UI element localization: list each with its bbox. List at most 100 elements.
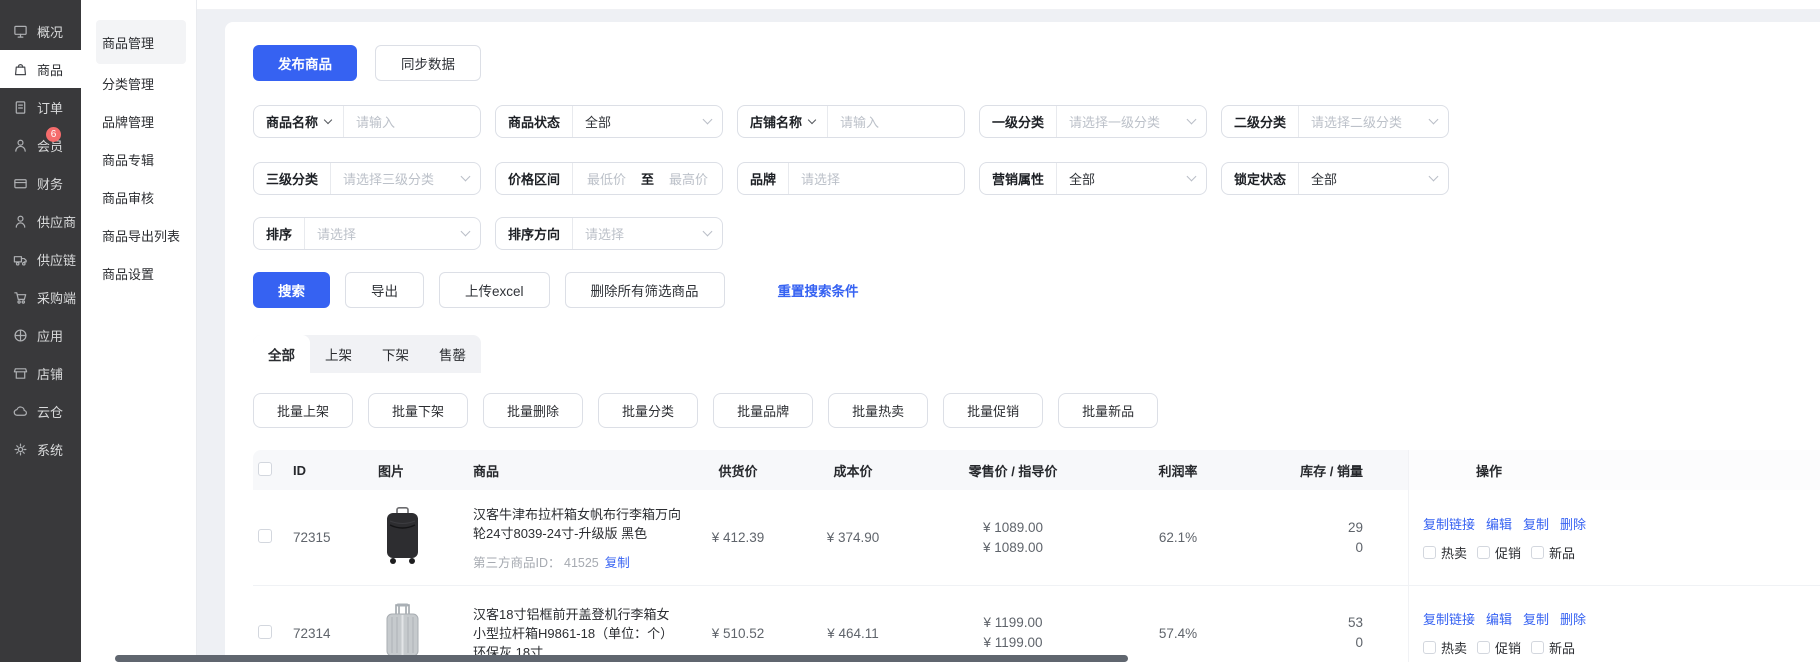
sidebar-item-label: 财务: [37, 174, 63, 193]
submenu-item-product-export-list[interactable]: 商品导出列表: [96, 216, 186, 254]
copy-link-action[interactable]: 复制链接: [1423, 609, 1475, 628]
sidebar-item-apps[interactable]: 应用: [0, 316, 81, 354]
batch-promo-button[interactable]: 批量促销: [943, 393, 1043, 428]
filter-label: 价格区间: [496, 163, 572, 194]
sidebar-item-orders[interactable]: 订单: [0, 88, 81, 126]
header-operations: 操作: [1408, 450, 1820, 490]
category-l1-select[interactable]: 请选择一级分类: [1057, 112, 1206, 131]
promo-flag-checkbox[interactable]: [1477, 546, 1490, 559]
tab-all[interactable]: 全部: [253, 335, 310, 373]
sidebar-item-overview[interactable]: 概况: [0, 12, 81, 50]
edit-action[interactable]: 编辑: [1486, 609, 1512, 628]
export-button[interactable]: 导出: [345, 272, 424, 308]
row-checkbox[interactable]: [258, 529, 272, 543]
third-party-id: 第三方商品ID： 41525复制: [473, 552, 681, 571]
delete-action[interactable]: 删除: [1560, 514, 1586, 533]
shop-icon: [13, 366, 28, 381]
batch-delete-button[interactable]: 批量删除: [483, 393, 583, 428]
filter-label-select[interactable]: 店铺名称: [738, 106, 827, 137]
publish-product-button[interactable]: 发布商品: [253, 45, 357, 81]
row-checkbox[interactable]: [258, 625, 272, 639]
tab-off-sale[interactable]: 下架: [367, 335, 424, 373]
sync-data-button[interactable]: 同步数据: [375, 45, 481, 81]
copy-link-action[interactable]: 复制链接: [1423, 514, 1475, 533]
sort-select[interactable]: 请选择: [305, 224, 480, 243]
hot-flag-checkbox[interactable]: [1423, 641, 1436, 654]
delete-filtered-button[interactable]: 删除所有筛选商品: [565, 272, 725, 308]
filter-label-select[interactable]: 商品名称: [254, 106, 343, 137]
profit-rate: 57.4%: [1113, 626, 1243, 641]
brand-select[interactable]: 请选择: [789, 169, 964, 188]
copy-action[interactable]: 复制: [1523, 514, 1549, 533]
header-profit-rate: 利润率: [1113, 461, 1243, 480]
product-title[interactable]: 汉客18寸铝框前开盖登机行李箱女小型拉杆箱H9861-18（单位：个） 环保灰 …: [473, 605, 681, 662]
promo-flag-checkbox[interactable]: [1477, 641, 1490, 654]
sort-direction-select[interactable]: 请选择: [573, 224, 722, 243]
product-title[interactable]: 汉客牛津布拉杆箱女帆布行李箱万向轮24寸8039-24寸-升级版 黑色: [473, 505, 681, 543]
edit-action[interactable]: 编辑: [1486, 514, 1512, 533]
header-supply-price: 供货价: [683, 461, 793, 480]
category-l3-select[interactable]: 请选择三级分类: [331, 169, 480, 188]
sidebar-item-members[interactable]: 会员 6: [0, 126, 81, 164]
tab-on-sale[interactable]: 上架: [310, 335, 367, 373]
finance-icon: [13, 176, 28, 191]
tab-sold-out[interactable]: 售罄: [424, 335, 481, 373]
submenu-item-brand-management[interactable]: 品牌管理: [96, 102, 186, 140]
marketing-select[interactable]: 全部: [1057, 169, 1206, 188]
shop-name-input[interactable]: 请输入: [828, 112, 964, 131]
hot-flag-checkbox[interactable]: [1423, 546, 1436, 559]
black-suitcase-image[interactable]: [378, 506, 473, 569]
sidebar-item-procurement[interactable]: 采购端: [0, 278, 81, 316]
table-header: ID 图片 商品 供货价 成本价 零售价 / 指导价 利润率 库存 / 销量 操…: [253, 450, 1820, 490]
sidebar-item-system[interactable]: 系统: [0, 430, 81, 468]
select-all-checkbox[interactable]: [258, 462, 272, 476]
max-price-input[interactable]: 最高价: [669, 169, 708, 188]
lock-status-select[interactable]: 全部: [1299, 169, 1448, 188]
batch-on-sale-button[interactable]: 批量上架: [253, 393, 353, 428]
batch-brand-button[interactable]: 批量品牌: [713, 393, 813, 428]
sidebar-item-goods[interactable]: 商品: [0, 50, 81, 88]
silver-suitcase-image[interactable]: [378, 601, 473, 662]
copy-id-link[interactable]: 复制: [605, 556, 630, 570]
search-button[interactable]: 搜索: [253, 272, 330, 308]
filter-category-l1: 一级分类 请选择一级分类: [979, 105, 1207, 138]
reset-search-link[interactable]: 重置搜索条件: [778, 280, 859, 300]
supplier-icon: [13, 214, 28, 229]
product-name-input[interactable]: 请输入: [344, 112, 480, 131]
submenu-item-category-management[interactable]: 分类管理: [96, 64, 186, 102]
chevron-down-icon: [703, 115, 713, 125]
submenu-item-product-settings[interactable]: 商品设置: [96, 254, 186, 292]
submenu-item-product-review[interactable]: 商品审核: [96, 178, 186, 216]
sidebar-item-shop[interactable]: 店铺: [0, 354, 81, 392]
overview-icon: [13, 24, 28, 39]
product-status-select[interactable]: 全部: [573, 112, 722, 131]
filter-label: 商品状态: [496, 106, 572, 137]
delete-action[interactable]: 删除: [1560, 609, 1586, 628]
system-icon: [13, 442, 28, 457]
new-flag-checkbox[interactable]: [1531, 546, 1544, 559]
min-price-input[interactable]: 最低价: [587, 169, 626, 188]
new-flag-checkbox[interactable]: [1531, 641, 1544, 654]
stock-value: 29: [1243, 518, 1363, 538]
sidebar-item-label: 云仓: [37, 402, 63, 421]
header-product: 商品: [473, 461, 683, 480]
horizontal-scrollbar[interactable]: [115, 655, 1128, 662]
sidebar-item-cloud-warehouse[interactable]: 云仓: [0, 392, 81, 430]
chevron-down-icon: [1187, 115, 1197, 125]
promo-flag-label: 促销: [1495, 638, 1521, 657]
upload-excel-button[interactable]: 上传excel: [439, 272, 550, 308]
sidebar-item-supply-chain[interactable]: 供应链: [0, 240, 81, 278]
batch-off-sale-button[interactable]: 批量下架: [368, 393, 468, 428]
category-l2-select[interactable]: 请选择二级分类: [1299, 112, 1448, 131]
batch-category-button[interactable]: 批量分类: [598, 393, 698, 428]
sidebar-item-finance[interactable]: 财务: [0, 164, 81, 202]
filter-label: 三级分类: [254, 163, 330, 194]
batch-new-button[interactable]: 批量新品: [1058, 393, 1158, 428]
filter-row-2: 三级分类 请选择三级分类 价格区间 最低价 至 最高价 品牌 请选择 营销属性: [253, 162, 1820, 195]
submenu-item-product-albums[interactable]: 商品专辑: [96, 140, 186, 178]
batch-hot-button[interactable]: 批量热卖: [828, 393, 928, 428]
filter-row-3: 排序 请选择 排序方向 请选择: [253, 217, 1820, 250]
sidebar-item-supplier[interactable]: 供应商: [0, 202, 81, 240]
submenu-item-product-management[interactable]: 商品管理: [96, 20, 186, 64]
copy-action[interactable]: 复制: [1523, 609, 1549, 628]
